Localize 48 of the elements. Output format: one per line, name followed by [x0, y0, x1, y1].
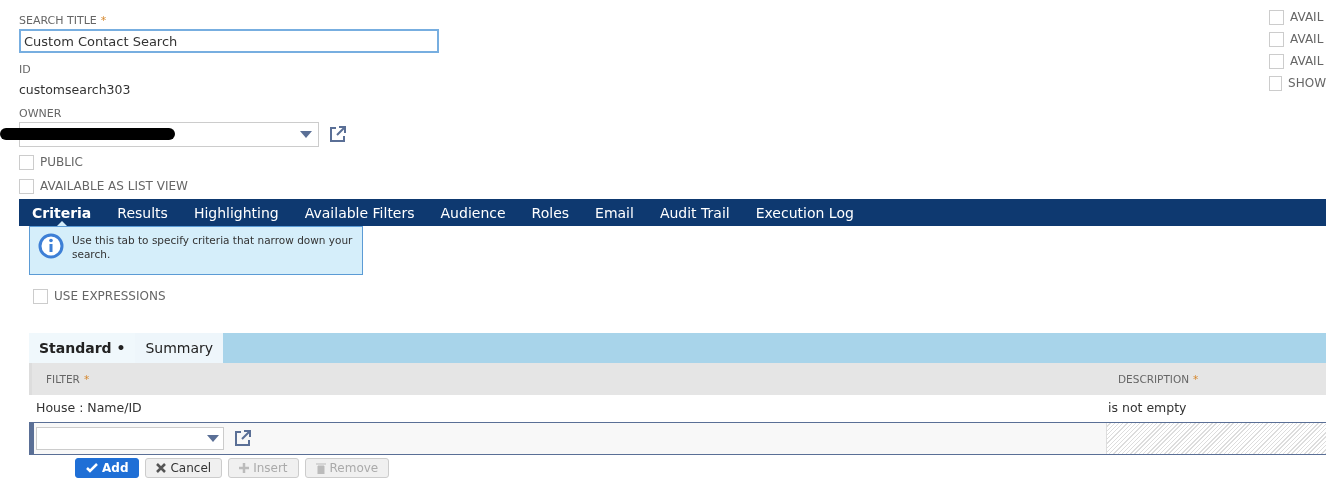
- action-button[interactable]: Add: [75, 458, 140, 478]
- trash-icon: [315, 462, 326, 474]
- tab[interactable]: Audience: [440, 199, 506, 226]
- checkbox-label: PUBLIC: [40, 155, 83, 169]
- external-link-icon[interactable]: [234, 430, 251, 447]
- column-header: FILTER *: [45, 373, 91, 385]
- checkbox-label: AVAIL: [1290, 54, 1324, 68]
- checkbox[interactable]: [19, 178, 34, 194]
- tab[interactable]: Results: [117, 199, 168, 226]
- id-value: customsearch303: [19, 82, 132, 97]
- checkbox[interactable]: [1269, 75, 1283, 91]
- checkbox[interactable]: [1269, 31, 1284, 47]
- external-link-icon[interactable]: [329, 126, 346, 143]
- owner-select[interactable]: [19, 122, 319, 147]
- checkbox[interactable]: [33, 288, 48, 304]
- tab[interactable]: Available Filters: [304, 199, 415, 226]
- checkbox[interactable]: [1269, 9, 1284, 25]
- caret-icon: [300, 131, 312, 138]
- subtab[interactable]: Standard •: [29, 333, 136, 363]
- table-cell-text: is not empty: [1107, 399, 1188, 415]
- column-header: DESCRIPTION *: [1117, 373, 1200, 385]
- info-text: Use this tab to specify criteria that narrow down your search.: [72, 233, 354, 262]
- tab[interactable]: Highlighting: [193, 199, 279, 226]
- checkbox[interactable]: [1269, 53, 1284, 69]
- plus-icon: [239, 463, 250, 473]
- caret-icon: [207, 435, 219, 442]
- checkbox[interactable]: [19, 154, 34, 170]
- action-button[interactable]: Cancel: [145, 458, 223, 478]
- check-icon: [86, 463, 98, 473]
- checkbox-label: AVAIL: [1290, 10, 1324, 24]
- field-label: SEARCH TITLE *: [19, 14, 108, 27]
- checkbox-label: AVAIL: [1290, 32, 1324, 46]
- close-icon: [156, 463, 167, 473]
- checkbox-label: USE EXPRESSIONS: [54, 289, 166, 303]
- filter-select[interactable]: [36, 427, 224, 450]
- tab[interactable]: Email: [595, 199, 634, 226]
- search-title-field[interactable]: Custom Contact Search: [19, 29, 439, 53]
- tab[interactable]: Execution Log: [755, 199, 854, 226]
- tab[interactable]: Roles: [531, 199, 570, 226]
- table-cell-text: House : Name/ID: [35, 399, 143, 415]
- tab[interactable]: Audit Trail: [659, 199, 730, 226]
- field-label: OWNER: [19, 107, 63, 120]
- field-label: ID: [19, 63, 32, 76]
- checkbox-label: SHOW: [1288, 76, 1326, 90]
- checkbox-label: AVAILABLE AS LIST VIEW: [40, 179, 188, 193]
- tab[interactable]: Criteria: [32, 199, 92, 226]
- subtab[interactable]: Summary: [135, 333, 224, 363]
- info-icon: [38, 233, 64, 259]
